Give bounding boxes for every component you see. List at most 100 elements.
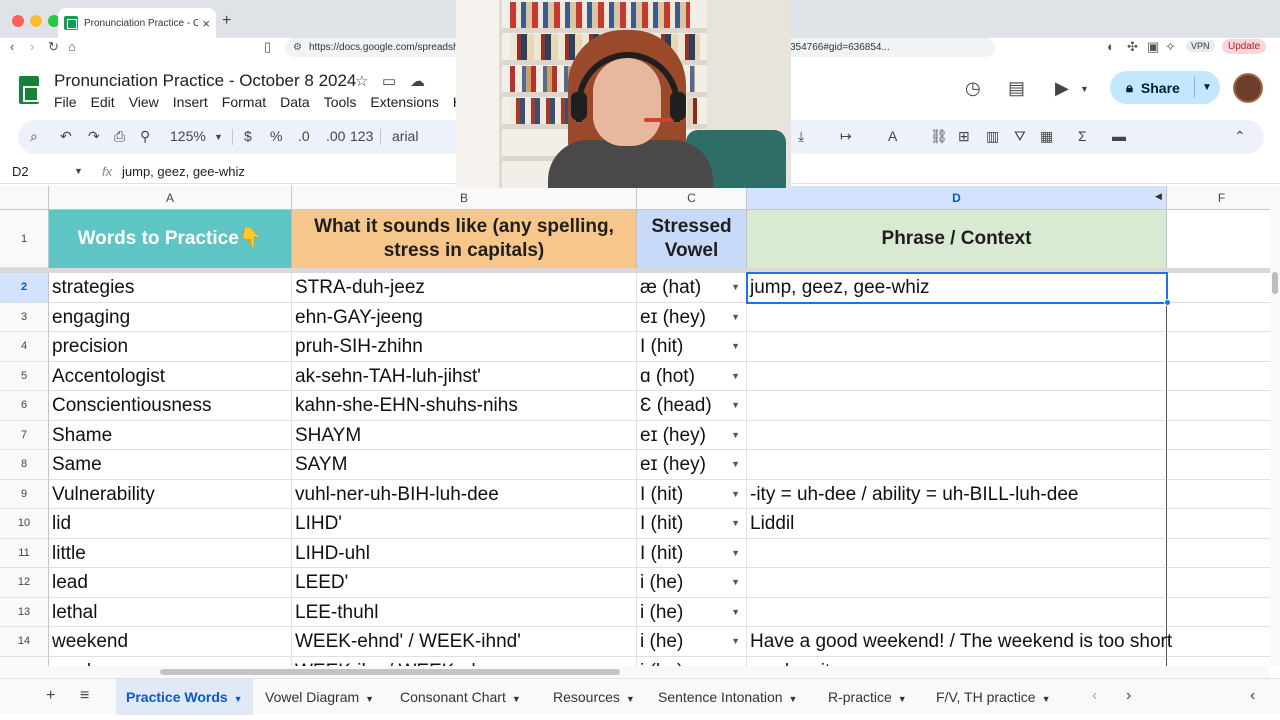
keyboard-icon[interactable]: ▬: [1112, 128, 1126, 144]
column-header-d[interactable]: D: [747, 186, 1167, 210]
cell-b[interactable]: WEEK-ehnd' / WEEK-ihnd': [292, 627, 637, 657]
horizontal-scroll-thumb[interactable]: [160, 669, 620, 675]
forward-icon[interactable]: ›: [30, 39, 34, 54]
insert-comment-icon[interactable]: ⊞: [958, 128, 970, 145]
column-header-c[interactable]: C: [637, 186, 747, 210]
redo-icon[interactable]: ↷: [88, 128, 100, 145]
dropdown-chevron-icon[interactable]: ▼: [731, 568, 740, 597]
reload-icon[interactable]: ↻: [48, 39, 59, 55]
text-color-icon[interactable]: A: [888, 128, 897, 144]
share-button[interactable]: 🔒︎ Share ▼: [1110, 71, 1220, 104]
site-info-icon[interactable]: ⚙: [293, 38, 302, 57]
add-sheet-icon[interactable]: +: [46, 687, 55, 705]
cell-a[interactable]: Accentologist: [49, 361, 292, 391]
sheet-tab-dropdown-icon[interactable]: ▼: [1042, 694, 1051, 704]
dropdown-chevron-icon[interactable]: ▼: [731, 627, 740, 656]
menu-file[interactable]: File: [54, 94, 77, 110]
currency-format-button[interactable]: $: [244, 128, 252, 144]
cell-b[interactable]: ehn-GAY-jeeng: [292, 302, 637, 332]
share-dropdown-icon[interactable]: ▼: [1202, 82, 1212, 93]
row-header[interactable]: 7: [0, 420, 49, 450]
row-header[interactable]: 12: [0, 568, 49, 598]
dropdown-chevron-icon[interactable]: ▼: [731, 332, 740, 361]
row-header[interactable]: 5: [0, 361, 49, 391]
cell-a[interactable]: lethal: [49, 597, 292, 627]
version-history-icon[interactable]: ◷: [965, 78, 981, 99]
row-header[interactable]: 9: [0, 479, 49, 509]
menu-format[interactable]: Format: [222, 94, 266, 110]
menu-edit[interactable]: Edit: [91, 94, 115, 110]
cell-f[interactable]: [1167, 303, 1270, 332]
back-icon[interactable]: ‹: [10, 39, 14, 54]
cell-b[interactable]: LIHD': [292, 509, 637, 539]
menu-data[interactable]: Data: [280, 94, 310, 110]
row-header[interactable]: 4: [0, 332, 49, 362]
cell-b[interactable]: LIHD-uhl: [292, 538, 637, 568]
row-header[interactable]: 2: [0, 273, 49, 303]
cell-f[interactable]: [1167, 509, 1270, 539]
number-format-button[interactable]: 123: [350, 128, 373, 144]
menu-view[interactable]: View: [129, 94, 159, 110]
cell-d[interactable]: -ity = uh-dee / ability = uh-BILL-luh-de…: [747, 479, 1167, 509]
header-sounds-like[interactable]: What it sounds like (any spelling, stres…: [292, 210, 637, 268]
column-header-b[interactable]: B: [292, 186, 637, 210]
cell-f[interactable]: [1167, 421, 1270, 450]
zoom-select[interactable]: 125%: [170, 128, 206, 144]
column-header-f[interactable]: F: [1167, 186, 1270, 210]
sparkle-icon[interactable]: ✧: [1165, 39, 1176, 55]
decrease-decimal-button[interactable]: .0: [298, 128, 310, 144]
sheet-tab-dropdown-icon[interactable]: ▼: [365, 694, 374, 704]
sheet-tab[interactable]: Vowel Diagram ▼: [255, 679, 384, 715]
cell-b[interactable]: pruh-SIH-zhihn: [292, 332, 637, 362]
all-sheets-icon[interactable]: ≡: [80, 687, 89, 705]
dropdown-chevron-icon[interactable]: ▼: [731, 450, 740, 479]
name-box-dropdown-icon[interactable]: ▼: [74, 166, 83, 176]
cell-a[interactable]: lid: [49, 509, 292, 539]
bookmark-icon[interactable]: ▯: [264, 39, 271, 55]
close-window-button[interactable]: [12, 15, 24, 27]
cell-a[interactable]: weekend: [49, 627, 292, 657]
paint-format-icon[interactable]: ⚲: [140, 128, 150, 145]
header-words-to-practice[interactable]: Words to Practice👇: [49, 210, 292, 268]
cell-c[interactable]: I (hit) ▼: [637, 509, 747, 539]
text-wrap-icon[interactable]: ↦: [840, 128, 852, 145]
cell-b[interactable]: kahn-she-EHN-shuhs-nihs: [292, 391, 637, 421]
minimize-window-button[interactable]: [30, 15, 42, 27]
cell-c[interactable]: i (he)▼: [637, 568, 747, 598]
vpn-button[interactable]: VPN: [1186, 40, 1215, 52]
sheet-tab[interactable]: Practice Words ▼: [116, 679, 253, 715]
menu-tools[interactable]: Tools: [324, 94, 357, 110]
cell-c[interactable]: I (hit) ▼: [637, 479, 747, 509]
cell-b[interactable]: LEE-thuhl: [292, 597, 637, 627]
cell-c[interactable]: ɑ (hot) ▼: [637, 361, 747, 391]
cell-c[interactable]: I (hit) ▼: [637, 332, 747, 362]
formula-input[interactable]: jump, geez, gee-whiz: [122, 164, 245, 179]
cell-a[interactable]: weaken: [49, 656, 292, 666]
meet-icon[interactable]: ▶: [1055, 78, 1069, 99]
sheet-tab-dropdown-icon[interactable]: ▼: [512, 694, 521, 704]
zoom-dropdown-icon[interactable]: ▼: [214, 132, 223, 142]
cell-d[interactable]: [747, 361, 1167, 391]
print-icon[interactable]: ⎙: [114, 128, 125, 145]
undo-icon[interactable]: ↶: [60, 128, 72, 145]
sidebar-icon[interactable]: ▣: [1147, 39, 1159, 55]
cell-f[interactable]: [1167, 568, 1270, 598]
cell-c[interactable]: i (he)▼: [637, 627, 747, 657]
cell-d[interactable]: [747, 568, 1167, 598]
sheet-tab[interactable]: Sentence Intonation ▼: [648, 679, 807, 715]
cell-d[interactable]: jump, geez, gee-whiz: [747, 273, 1167, 303]
name-box[interactable]: D2: [12, 164, 29, 179]
row-header[interactable]: 10: [0, 509, 49, 539]
browser-tab[interactable]: Pronunciation Practice - Octo ×: [58, 8, 216, 38]
header-stressed-vowel[interactable]: Stressed Vowel: [637, 210, 747, 268]
cell-d[interactable]: [747, 450, 1167, 480]
sheet-tab[interactable]: Resources ▼: [543, 679, 645, 715]
scroll-tabs-right-icon[interactable]: ›: [1126, 687, 1131, 705]
update-button[interactable]: Update: [1222, 39, 1267, 54]
collapse-toolbar-icon[interactable]: ⌃: [1234, 128, 1246, 145]
dropdown-chevron-icon[interactable]: ▼: [731, 480, 740, 509]
cell-b[interactable]: SAYM: [292, 450, 637, 480]
cell-a[interactable]: Shame: [49, 420, 292, 450]
comments-icon[interactable]: ▤: [1008, 78, 1025, 99]
cell-c[interactable]: i (he)▼: [637, 656, 747, 666]
